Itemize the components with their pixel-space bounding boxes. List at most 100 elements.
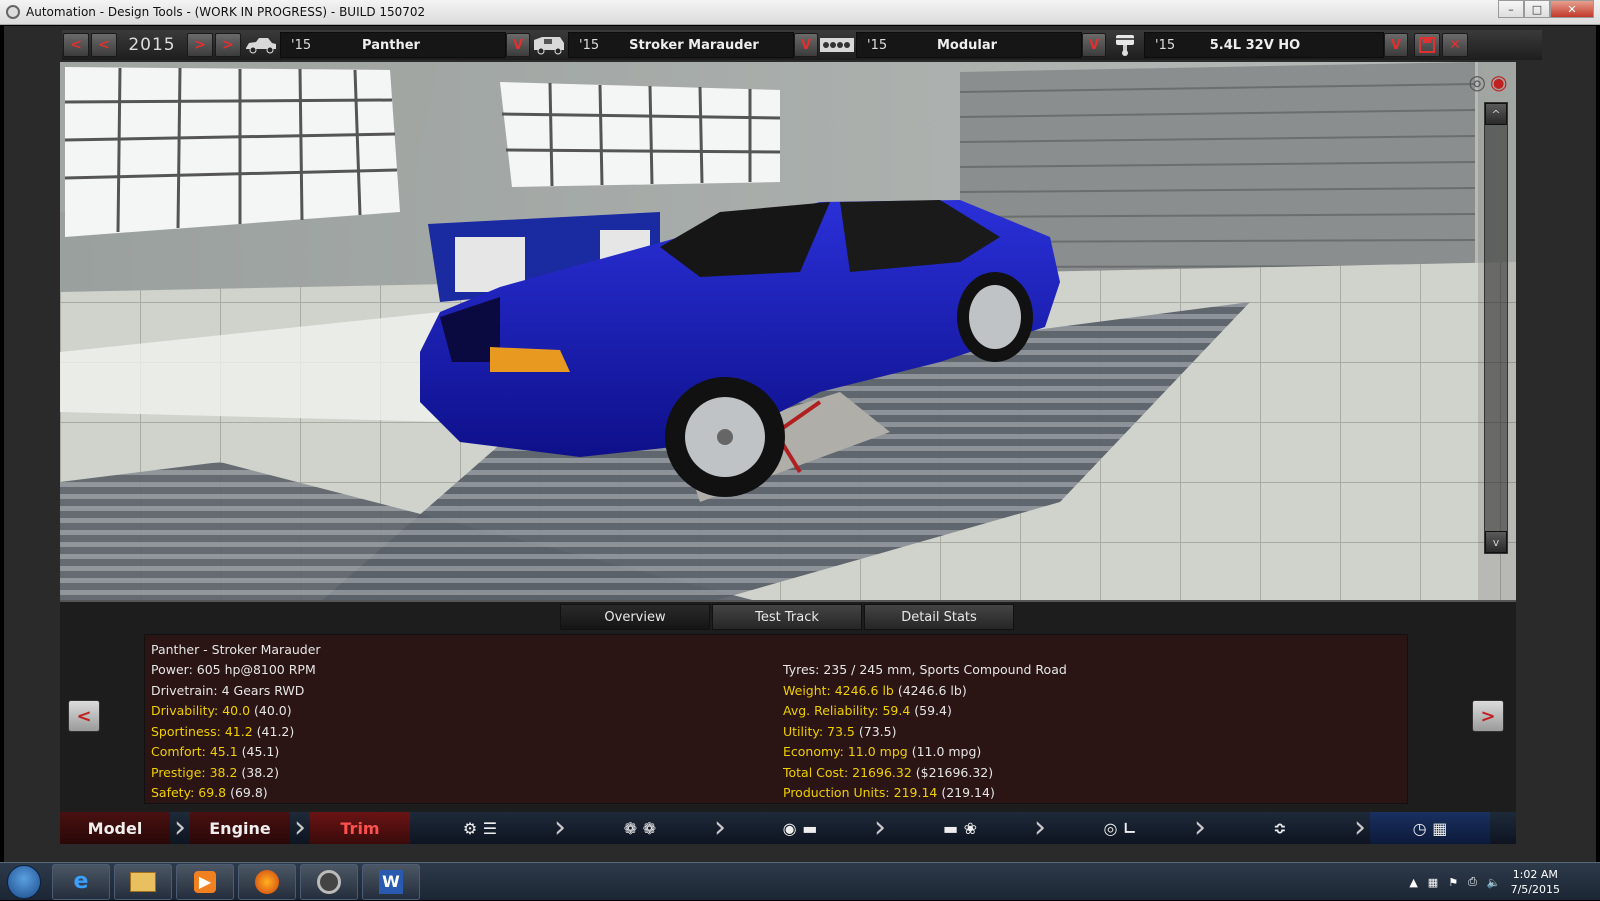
panel-tabs: Overview Test Track Detail Stats xyxy=(560,604,1016,630)
stat-economy-value: Economy: 11.0 mpg xyxy=(783,744,908,760)
viewport-tools: ◎ ◉ xyxy=(1464,70,1512,94)
start-button[interactable] xyxy=(0,863,48,901)
stats-title: Panther - Stroker Marauder xyxy=(151,641,321,657)
chevron-right-icon: › xyxy=(294,810,306,845)
trim-field[interactable]: '15 Stroker Marauder xyxy=(568,32,794,58)
model-name: Panther xyxy=(362,37,420,53)
stat-drivability-base: (40.0) xyxy=(254,703,292,719)
prev-page-button[interactable]: < xyxy=(68,700,100,732)
stat-prestige-base: (38.2) xyxy=(241,764,279,780)
taskbar-word-icon[interactable]: W xyxy=(362,863,420,900)
clock[interactable]: 1:02 AM 7/5/2015 xyxy=(1511,867,1560,897)
chevron-right-icon: › xyxy=(174,810,186,845)
stat-production-units-value: Production Units: 219.14 xyxy=(783,785,938,801)
taskbar-ie-icon[interactable]: e xyxy=(52,863,110,900)
engine-family-dropdown-button[interactable]: V xyxy=(1082,33,1106,57)
close-window-button[interactable]: ✕ xyxy=(1550,0,1594,18)
app-icon xyxy=(6,5,20,19)
nav-aero-tab[interactable]: ▬ ❀ xyxy=(890,812,1030,844)
camera-icon[interactable]: ◎ xyxy=(1469,70,1486,94)
taskbar-automation-icon[interactable] xyxy=(300,863,358,900)
body-icon: ◉ ▬ xyxy=(782,818,818,838)
stat-economy: Economy: 11.0 mpg (11.0 mpg) xyxy=(777,742,1409,763)
minimize-button[interactable]: – xyxy=(1498,0,1524,18)
stat-total-cost: Total Cost: 21696.32 ($21696.32) xyxy=(777,762,1409,783)
stat-utility-base: (73.5) xyxy=(858,723,897,739)
trim-van-icon xyxy=(530,32,568,58)
printer-icon[interactable]: ⎙ xyxy=(1468,875,1477,889)
nav-test-tab[interactable]: ◷ ▦ xyxy=(1370,812,1490,844)
taskbar-explorer-icon[interactable] xyxy=(114,863,172,900)
stat-total-cost-base: ($21696.32) xyxy=(915,764,994,780)
steering-seat-icon: ◎ ∟ xyxy=(1103,818,1137,838)
engine-variant-field[interactable]: '15 5.4L 32V HO xyxy=(1144,32,1384,58)
close-designer-button[interactable]: ✕ xyxy=(1442,33,1468,57)
engine-variant-dropdown-button[interactable]: V xyxy=(1384,33,1408,57)
app-window: < < 2015 > > '15 Panther V '15 Stroker M… xyxy=(4,26,1596,862)
wheel-gear-icon: ⚙ ☰ xyxy=(462,818,498,838)
engine-family-field[interactable]: '15 Modular xyxy=(856,32,1082,58)
year-last-button[interactable]: > xyxy=(215,33,241,57)
model-dropdown-button[interactable]: V xyxy=(506,33,530,57)
engine-family-selector: '15 Modular V xyxy=(818,30,1106,60)
tab-overview[interactable]: Overview xyxy=(560,604,710,630)
chevron-right-icon: › xyxy=(714,810,726,845)
nav-interior-tab[interactable]: ◎ ∟ xyxy=(1050,812,1190,844)
trim-dropdown-button[interactable]: V xyxy=(794,33,818,57)
stat-prestige-value: Prestige: 38.2 xyxy=(151,764,238,780)
year-prev-button[interactable]: < xyxy=(91,33,117,57)
stat-utility-value: Utility: 73.5 xyxy=(783,723,855,739)
model-year: '15 xyxy=(291,37,312,53)
garage-scene xyxy=(60,62,1516,602)
stat-utility: Utility: 73.5 (73.5) xyxy=(777,721,1409,742)
nav-body-tab[interactable]: ◉ ▬ xyxy=(730,812,870,844)
nav-suspension-tab[interactable]: ≎ xyxy=(1210,812,1350,844)
car-viewport[interactable]: ◎ ◉ ^ v xyxy=(60,62,1516,602)
tab-detail-stats[interactable]: Detail Stats xyxy=(864,604,1014,630)
nav-chassis-tab[interactable]: ⚙ ☰ xyxy=(410,812,550,844)
volume-icon[interactable]: 🔈 xyxy=(1487,876,1501,889)
eye-icon[interactable]: ◉ xyxy=(1490,70,1507,94)
year-next-button[interactable]: > xyxy=(187,33,213,57)
view-scrollbar[interactable]: ^ v xyxy=(1484,102,1508,554)
stat-weight-base: (4246.6 lb) xyxy=(897,682,967,698)
stat-drivability: Drivability: 40.0 (40.0) xyxy=(145,701,777,722)
car-fan-icon: ▬ ❀ xyxy=(942,818,978,838)
tray-expand-icon[interactable]: ▲ xyxy=(1409,876,1417,889)
stat-sportiness-base: (41.2) xyxy=(256,723,295,739)
flag-icon[interactable]: ⚑ xyxy=(1448,876,1458,889)
design-nav-strip: Model › Engine › Trim ⚙ ☰ › ❁ ❁ › ◉ ▬ › … xyxy=(60,812,1516,844)
stat-power: Power: 605 hp@8100 RPM xyxy=(145,660,777,681)
nav-trim-tab[interactable]: Trim xyxy=(310,812,410,844)
car-model-icon xyxy=(242,32,280,58)
trim-selector: '15 Stroker Marauder V xyxy=(530,30,818,60)
taskbar-firefox-icon[interactable] xyxy=(238,863,296,900)
chevron-right-icon: › xyxy=(1034,810,1046,845)
stat-sportiness-value: Sportiness: 41.2 xyxy=(151,723,253,739)
model-selector: '15 Panther V xyxy=(242,30,530,60)
stat-prestige: Prestige: 38.2 (38.2) xyxy=(145,762,777,783)
stat-reliability-value: Avg. Reliability: 59.4 xyxy=(783,703,911,719)
window-titlebar: Automation - Design Tools - (WORK IN PRO… xyxy=(0,0,1600,25)
taskbar-media-icon[interactable]: ▶ xyxy=(176,863,234,900)
nav-engine-tab[interactable]: Engine xyxy=(190,812,290,844)
top-toolbar: < < 2015 > > '15 Panther V '15 Stroker M… xyxy=(62,30,1542,60)
model-field[interactable]: '15 Panther xyxy=(280,32,506,58)
stat-safety-value: Safety: 69.8 xyxy=(151,785,227,801)
save-icon[interactable] xyxy=(1414,33,1440,57)
maximize-button[interactable]: □ xyxy=(1524,0,1550,18)
network-icon[interactable]: ▦ xyxy=(1428,876,1438,889)
next-page-button[interactable]: > xyxy=(1472,700,1504,732)
nav-wheels-tab[interactable]: ❁ ❁ xyxy=(570,812,710,844)
nav-model-tab[interactable]: Model xyxy=(60,812,170,844)
window-title: Automation - Design Tools - (WORK IN PRO… xyxy=(26,5,426,19)
year-first-button[interactable]: < xyxy=(63,33,89,57)
tab-test-track[interactable]: Test Track xyxy=(712,604,862,630)
stats-table: Panther - Stroker Marauder Power: 605 hp… xyxy=(144,634,1408,804)
stat-safety: Safety: 69.8 (69.8) xyxy=(145,783,777,804)
stat-comfort: Comfort: 45.1 (45.1) xyxy=(145,742,777,763)
scroll-up-button[interactable]: ^ xyxy=(1485,103,1507,125)
scroll-down-button[interactable]: v xyxy=(1485,531,1507,553)
stat-tyres: Tyres: 235 / 245 mm, Sports Compound Roa… xyxy=(777,660,1409,681)
engine-family-name: Modular xyxy=(936,37,998,53)
